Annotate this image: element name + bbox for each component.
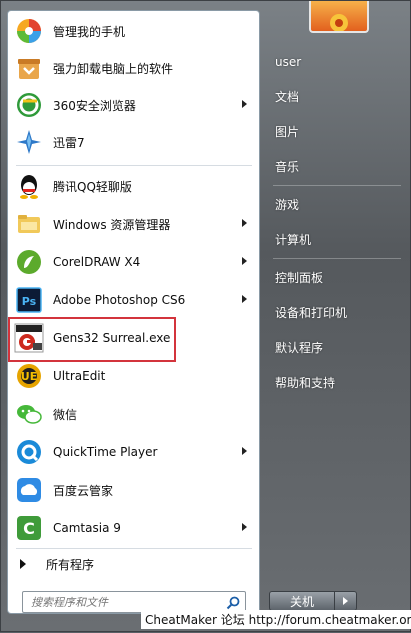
menu-item-uninstaller[interactable]: 强力卸载电脑上的软件 [10, 50, 257, 86]
xunlei-icon [14, 127, 44, 157]
separator [16, 165, 252, 166]
submenu-arrow-icon [242, 257, 247, 265]
right-item-label: user [275, 55, 302, 69]
menu-item-photoshop[interactable]: Ps Adobe Photoshop CS6 [10, 282, 257, 318]
programs-pane: 管理我的手机 强力卸载电脑上的软件 360安全浏览器 迅雷7 腾讯QQ轻聊版 W… [7, 10, 260, 614]
menu-item-label: CorelDRAW X4 [53, 255, 141, 269]
submenu-arrow-icon [242, 100, 247, 108]
separator [273, 185, 401, 186]
right-item-computer[interactable]: 计算机 [269, 225, 405, 253]
right-item-help-support[interactable]: 帮助和支持 [269, 368, 405, 396]
menu-item-label: 强力卸载电脑上的软件 [53, 61, 174, 76]
shutdown-button[interactable]: 关机 [269, 591, 335, 611]
menu-item-quicktime[interactable]: QuickTime Player [10, 434, 257, 470]
submenu-arrow-icon [242, 447, 247, 455]
right-item-music[interactable]: 音乐 [269, 152, 405, 180]
menu-item-qq[interactable]: 腾讯QQ轻聊版 [10, 168, 257, 204]
svg-text:C: C [23, 519, 35, 538]
separator [273, 258, 401, 259]
separator [16, 548, 252, 549]
submenu-arrow-icon [242, 295, 247, 303]
right-item-label: 帮助和支持 [275, 375, 336, 390]
photoshop-icon: Ps [14, 285, 44, 315]
search-input[interactable] [29, 594, 223, 610]
menu-item-label: 360安全浏览器 [53, 98, 136, 113]
camtasia-icon: C [14, 513, 44, 543]
right-item-pictures[interactable]: 图片 [269, 117, 405, 145]
menu-item-wechat[interactable]: 微信 [10, 396, 257, 432]
expand-arrow-icon [20, 559, 26, 569]
menu-item-phone-manager[interactable]: 管理我的手机 [10, 13, 257, 49]
right-item-control-panel[interactable]: 控制面板 [269, 263, 405, 291]
all-programs-button[interactable]: 所有程序 [10, 552, 257, 576]
submenu-arrow-icon [242, 523, 247, 531]
shutdown-options-button[interactable] [335, 591, 357, 611]
right-item-label: 计算机 [275, 232, 312, 247]
menu-item-label: 管理我的手机 [53, 24, 126, 39]
places-pane: user 文档 图片 音乐 游戏 计算机 控制面板 设备和打印机 默认程序 帮助… [261, 1, 411, 633]
menu-item-label: 迅雷7 [53, 135, 85, 150]
right-item-devices-printers[interactable]: 设备和打印机 [269, 298, 405, 326]
submenu-arrow-icon [242, 219, 247, 227]
svg-text:UE: UE [21, 370, 37, 383]
right-item-label: 默认程序 [275, 340, 324, 355]
menu-item-camtasia[interactable]: C Camtasia 9 [10, 510, 257, 546]
right-item-user[interactable]: user [269, 48, 405, 76]
menu-item-label: 腾讯QQ轻聊版 [53, 179, 132, 194]
right-item-label: 控制面板 [275, 270, 324, 285]
menu-item-label: 微信 [53, 407, 78, 422]
menu-item-windows-explorer[interactable]: Windows 资源管理器 [10, 206, 257, 242]
menu-item-xunlei[interactable]: 迅雷7 [10, 124, 257, 160]
qq-icon [14, 171, 44, 201]
menu-item-coreldraw[interactable]: CorelDRAW X4 [10, 244, 257, 280]
menu-item-360-browser[interactable]: 360安全浏览器 [10, 87, 257, 123]
menu-item-label: 百度云管家 [53, 483, 114, 498]
right-item-label: 游戏 [275, 197, 300, 212]
watermark-text: CheatMaker 论坛 http://forum.cheatmaker.or… [141, 610, 411, 629]
right-item-label: 设备和打印机 [275, 305, 348, 320]
baidu-cloud-icon [14, 475, 44, 505]
menu-item-label: Adobe Photoshop CS6 [53, 293, 186, 307]
phone-manager-icon [14, 16, 44, 46]
coreldraw-icon [14, 247, 44, 277]
menu-item-label: UltraEdit [53, 369, 106, 383]
highlight-box [8, 317, 176, 362]
wechat-icon [14, 399, 44, 429]
all-programs-label: 所有程序 [46, 557, 95, 572]
menu-item-ultraedit[interactable]: UE UltraEdit [10, 358, 257, 394]
quicktime-icon [14, 437, 44, 467]
chevron-right-icon [343, 597, 348, 605]
shutdown-label: 关机 [289, 594, 314, 609]
browser-360-icon [14, 90, 44, 120]
menu-item-baidu-cloud[interactable]: 百度云管家 [10, 472, 257, 508]
ultraedit-icon: UE [14, 361, 44, 391]
svg-text:Ps: Ps [22, 295, 37, 308]
start-menu: 管理我的手机 强力卸载电脑上的软件 360安全浏览器 迅雷7 腾讯QQ轻聊版 W… [0, 0, 411, 632]
right-item-games[interactable]: 游戏 [269, 190, 405, 218]
uninstaller-icon [14, 53, 44, 83]
explorer-folder-icon [14, 209, 44, 239]
right-item-default-programs[interactable]: 默认程序 [269, 333, 405, 361]
right-item-label: 图片 [275, 124, 300, 139]
menu-item-label: Windows 资源管理器 [53, 217, 171, 232]
right-item-label: 音乐 [275, 159, 300, 174]
right-item-documents[interactable]: 文档 [269, 82, 405, 110]
right-item-label: 文档 [275, 89, 300, 104]
menu-item-label: Camtasia 9 [53, 521, 121, 535]
menu-item-label: QuickTime Player [53, 445, 158, 459]
